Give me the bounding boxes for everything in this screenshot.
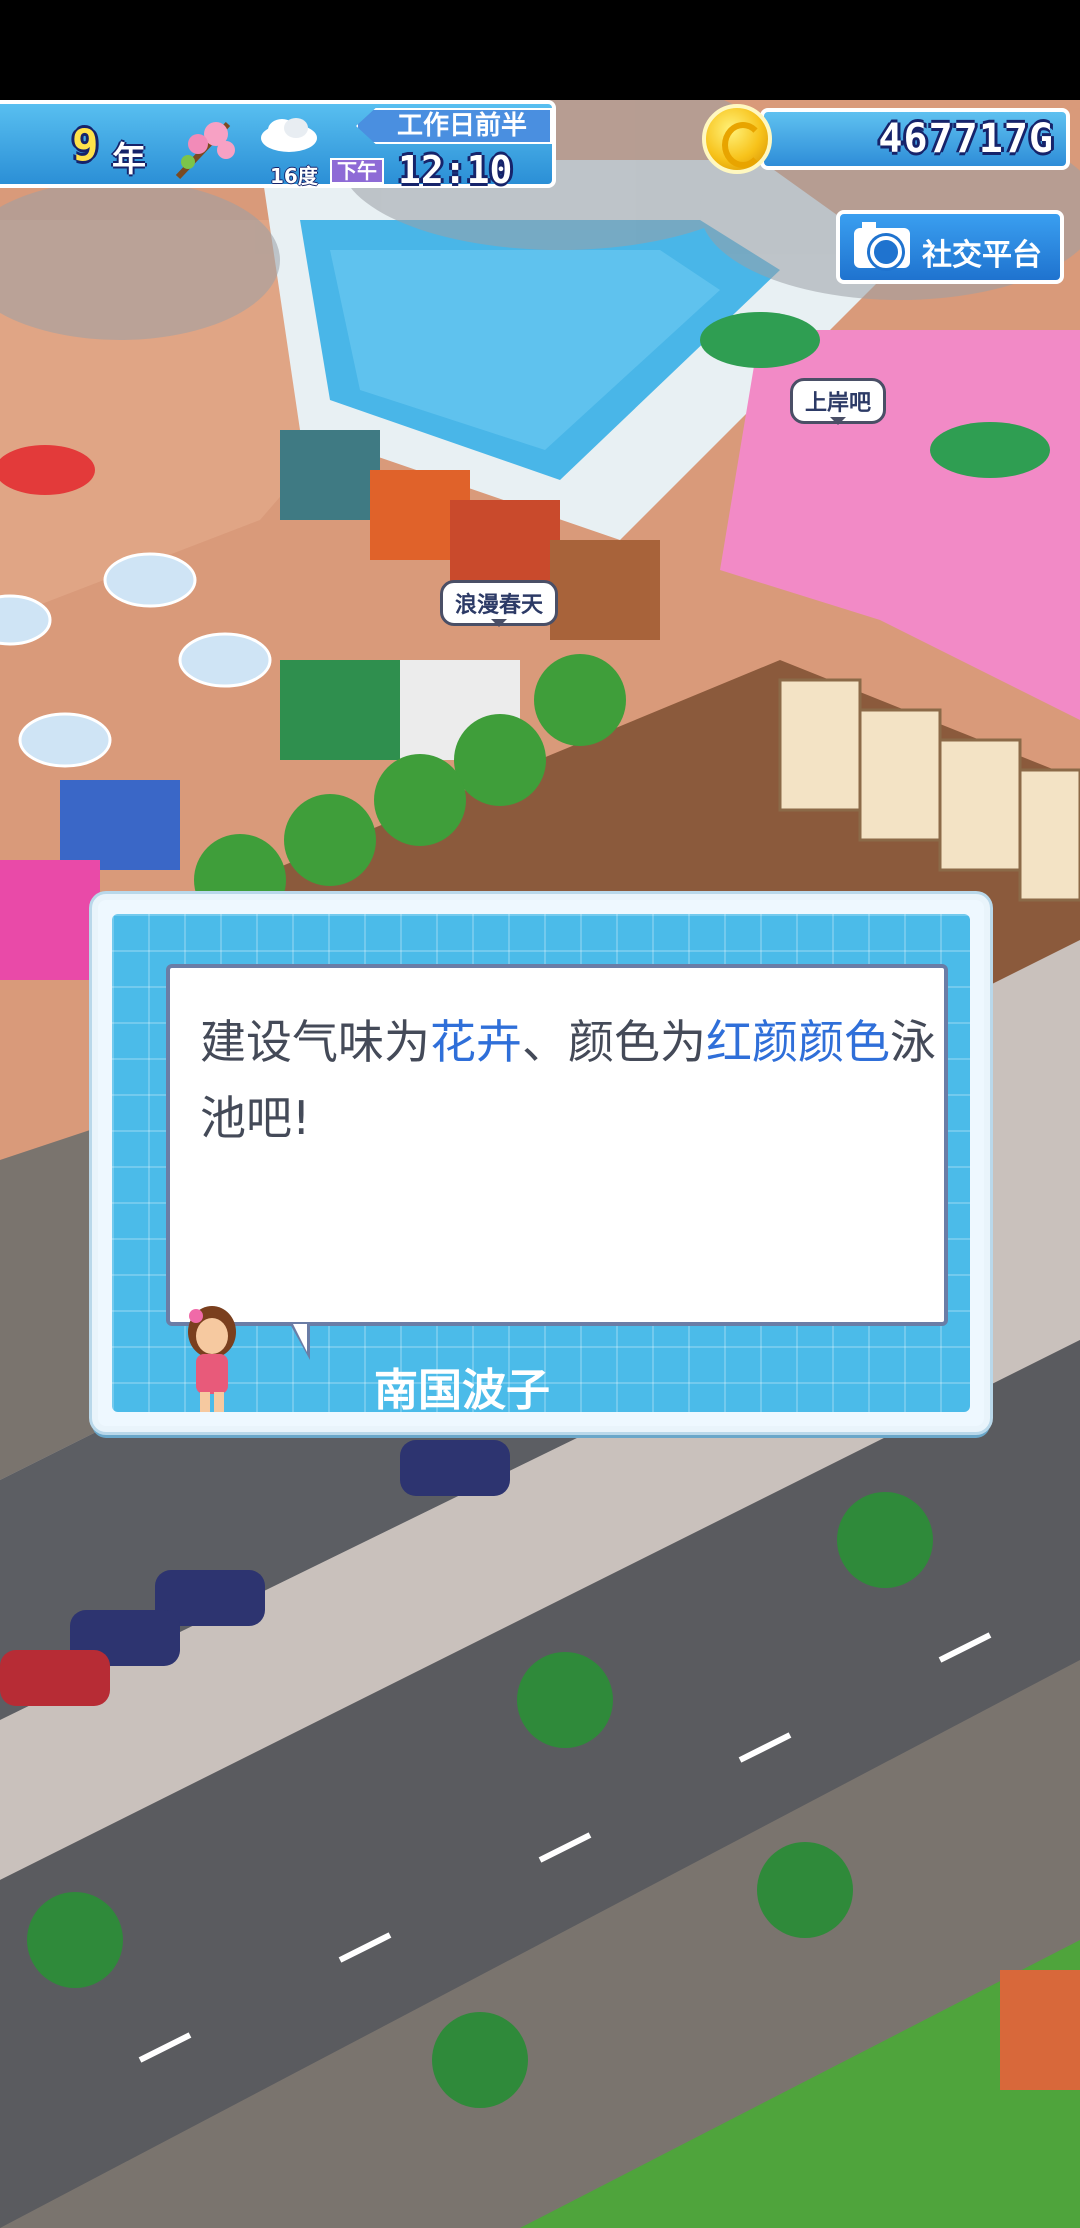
- house: [1000, 1970, 1080, 2090]
- stall: [450, 500, 560, 590]
- stall: [60, 780, 180, 870]
- game-screen: 上岸吧 浪漫春天 9 年 16度 下午 12:10 工作日前半 467717G …: [0, 0, 1080, 2228]
- tree: [432, 2012, 528, 2108]
- cloudy-icon: [261, 118, 317, 152]
- umbrella: [930, 422, 1050, 478]
- stall: [280, 430, 380, 520]
- status-bar: [0, 0, 1080, 100]
- stall: [0, 860, 100, 980]
- dialog-box[interactable]: 建设气味为花卉、颜色为红颜颜色泳池吧! 南国波子: [92, 894, 990, 1432]
- social-platform-button[interactable]: 社交平台: [836, 210, 1064, 284]
- tree: [757, 1842, 853, 1938]
- social-platform-label: 社交平台: [922, 238, 1042, 273]
- year-number: 9: [72, 120, 99, 171]
- dialog-message: 建设气味为花卉、颜色为红颜颜色泳池吧!: [200, 1004, 940, 1156]
- tree: [27, 1892, 123, 1988]
- cabin: [858, 708, 942, 842]
- am-pm-badge: 下午: [330, 158, 384, 184]
- dialog-frame: 建设气味为花卉、颜色为红颜颜色泳池吧! 南国波子: [112, 914, 970, 1416]
- table: [178, 632, 272, 688]
- dialog-text-panel: 建设气味为花卉、颜色为红颜颜色泳池吧!: [166, 964, 948, 1360]
- dialog-tail: [293, 1324, 307, 1352]
- palm: [284, 794, 376, 886]
- speaker-avatar: [188, 1306, 236, 1412]
- umbrella: [700, 312, 820, 368]
- cherry-blossom-icon: [175, 121, 235, 180]
- money-value: 467717G: [878, 116, 1054, 162]
- cabin: [778, 678, 862, 812]
- cabin: [1018, 768, 1080, 902]
- tree: [517, 1652, 613, 1748]
- palm: [534, 654, 626, 746]
- hud-date-panel[interactable]: 9 年 16度 下午 12:10 工作日前半: [0, 100, 556, 192]
- speaker-name: 南国波子: [374, 1365, 550, 1416]
- cabin: [938, 738, 1022, 872]
- money-panel[interactable]: 467717G: [760, 108, 1070, 170]
- coin-icon: [702, 104, 772, 174]
- table: [103, 552, 197, 608]
- message-text: 建设气味为: [200, 1015, 430, 1069]
- car-navy: [400, 1440, 510, 1496]
- palm: [454, 714, 546, 806]
- stall: [550, 540, 660, 640]
- message-highlight-color: 红颜颜色: [706, 1015, 890, 1069]
- message-highlight-scent: 花卉: [430, 1015, 522, 1069]
- car-red: [0, 1650, 110, 1706]
- speech-bubble-shore: 上岸吧: [790, 378, 887, 425]
- temperature: 16度: [270, 164, 318, 188]
- camera-icon: [854, 222, 910, 268]
- year-unit: 年: [112, 140, 146, 180]
- table: [18, 712, 112, 768]
- tree: [837, 1492, 933, 1588]
- palm: [374, 754, 466, 846]
- stall: [280, 660, 410, 760]
- clock-time: 12:10: [398, 148, 513, 192]
- message-text: 、颜色为: [522, 1015, 706, 1069]
- speech-bubble-romance: 浪漫春天: [440, 580, 559, 627]
- period-label: 工作日前半: [356, 108, 552, 144]
- garden: [520, 1940, 1080, 2228]
